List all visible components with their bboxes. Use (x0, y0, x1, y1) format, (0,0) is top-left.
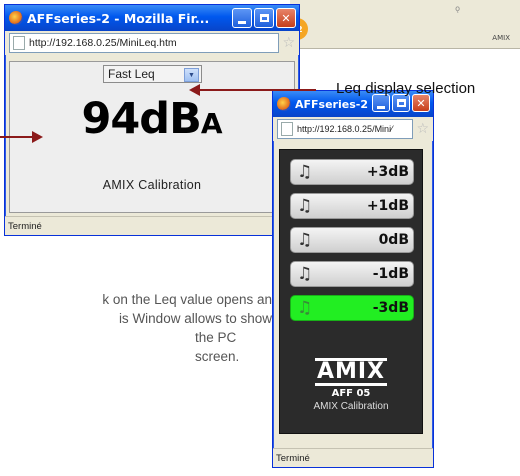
preset-label: +1dB (366, 198, 409, 214)
close-button[interactable]: ✕ (276, 8, 296, 28)
amix-logo-block: AMIX AFF 05 AMIX Calibration (280, 358, 422, 412)
music-note-icon: ♫ (297, 230, 313, 250)
background-icon: ǫ (455, 4, 460, 13)
leq-display-selection-callout: Leq display selection (336, 80, 476, 97)
maximize-button[interactable] (254, 8, 274, 28)
music-note-icon: ♫ (297, 298, 313, 318)
minimize-icon (377, 105, 385, 109)
leq-mode-value: Fast Leq (108, 67, 155, 81)
status-bar: Terminé (5, 216, 299, 235)
preset-label: +3dB (366, 164, 409, 180)
preset-button-plus1[interactable]: ♫ +1dB (290, 193, 414, 219)
preset-browser-window: AFFseries-2 ... ✕ http://192.168.0.25/Mi… (272, 90, 434, 468)
model-label: AFF 05 (331, 388, 371, 399)
bookmark-star-icon[interactable]: ☆ (416, 121, 429, 137)
calibration-label: AMIX Calibration (313, 401, 389, 412)
window-title: AFFseries-2 ... (295, 97, 385, 111)
close-icon: ✕ (281, 11, 291, 25)
calibration-label: AMIX Calibration (102, 178, 202, 192)
status-bar: Terminé (273, 448, 433, 467)
maximize-icon (259, 14, 269, 22)
maximize-icon (396, 99, 406, 107)
address-bar[interactable]: http://192.168.0.25/MiniLeq.htm (9, 33, 280, 53)
close-icon: ✕ (416, 96, 426, 110)
preset-button-minus1[interactable]: ♫ -1dB (290, 261, 414, 287)
page-icon (281, 122, 293, 136)
description-line: k on the Leq value opens an (102, 292, 272, 307)
address-bar[interactable]: http://192.168.0.25/Mini⁄ (277, 119, 414, 139)
leq-value[interactable]: 94dBA (10, 94, 294, 144)
leq-number: 94dB (81, 94, 201, 144)
arrow-head-icon (189, 84, 200, 96)
description-line: is Window allows to show (118, 311, 272, 326)
music-note-icon: ♫ (297, 196, 313, 216)
url-text: http://192.168.0.25/Mini⁄ (297, 124, 393, 134)
page-icon (13, 36, 25, 50)
description-block: k on the Leq value opens an is Window al… (0, 290, 272, 366)
arrow-head-icon (32, 131, 43, 143)
chevron-down-icon[interactable]: ▼ (184, 68, 199, 82)
leq-value-arrow-line (0, 136, 34, 138)
music-note-icon: ♫ (297, 162, 313, 182)
minimize-icon (238, 20, 246, 24)
leq-unit: A (200, 107, 223, 140)
minimize-button[interactable] (232, 8, 252, 28)
title-bar[interactable]: AFFseries-2 - Mozilla Fir... ✕ (5, 5, 299, 31)
status-text: Terminé (8, 220, 42, 232)
preset-button-0[interactable]: ♫ 0dB (290, 227, 414, 253)
firefox-icon (9, 11, 23, 25)
preset-panel: ♫ +3dB ♫ +1dB ♫ 0dB ♫ -1dB ♫ -3dB AMIX A… (279, 149, 423, 434)
preset-button-plus3[interactable]: ♫ +3dB (290, 159, 414, 185)
preset-label: 0dB (378, 232, 409, 248)
background-window: ǫ 02 AMIX (286, 0, 520, 49)
leq-browser-window: AFFseries-2 - Mozilla Fir... ✕ http://19… (4, 4, 300, 236)
leq-content: Fast Leq ▼ 94dBA AMIX Calibration (9, 61, 295, 213)
url-text: http://192.168.0.25/MiniLeq.htm (29, 37, 177, 49)
music-note-icon: ♫ (297, 264, 313, 284)
background-label: AMIX (492, 34, 510, 42)
firefox-icon (277, 97, 291, 111)
preset-label: -3dB (372, 300, 409, 316)
bookmark-star-icon[interactable]: ☆ (282, 35, 295, 51)
amix-logo: AMIX (314, 358, 388, 386)
preset-button-minus3[interactable]: ♫ -3dB (290, 295, 414, 321)
leq-mode-select[interactable]: Fast Leq ▼ (103, 65, 202, 83)
leq-selection-arrow-line (198, 89, 316, 91)
preset-label: -1dB (372, 266, 409, 282)
description-line: the PC screen. (195, 330, 240, 364)
status-text: Terminé (276, 452, 310, 464)
window-title: AFFseries-2 - Mozilla Fir... (27, 10, 210, 26)
